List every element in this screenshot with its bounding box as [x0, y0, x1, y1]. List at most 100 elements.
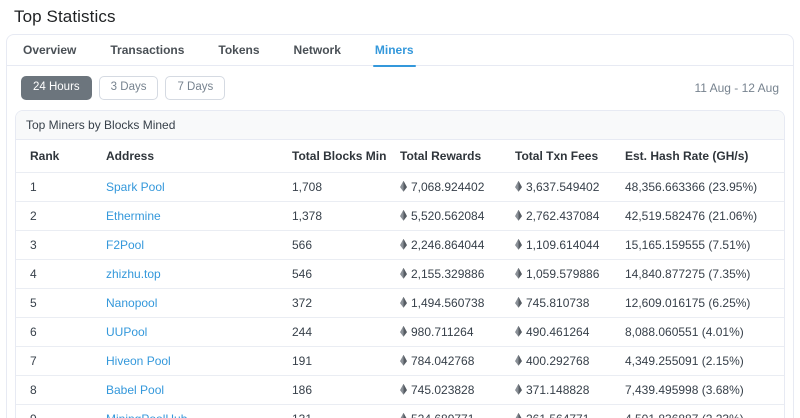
miner-address-link[interactable]: F2Pool [106, 238, 144, 252]
fees-cell: 2,762.437084 [501, 201, 611, 230]
rewards-cell: 980.711264 [386, 317, 501, 346]
ethereum-icon [400, 239, 407, 250]
top-miners-panel: Top Miners by Blocks Mined Rank Address … [15, 110, 785, 418]
tab-overview[interactable]: Overview [21, 35, 78, 66]
tab-bar: Overview Transactions Tokens Network Min… [7, 35, 793, 66]
fees-cell: 400.292768 [501, 346, 611, 375]
miner-address-link[interactable]: Ethermine [106, 209, 161, 223]
ethereum-icon [515, 355, 522, 366]
miner-address-link[interactable]: Spark Pool [106, 180, 165, 194]
col-header-rank: Rank [16, 140, 92, 173]
ethereum-icon [400, 326, 407, 337]
rank-cell: 8 [16, 375, 92, 404]
fees-cell: 261.564771 [501, 404, 611, 418]
table-row: 3 F2Pool 566 2,246.864044 1,109.614044 1… [16, 230, 784, 259]
fees-cell: 3,637.549402 [501, 172, 611, 201]
date-range: 11 Aug - 12 Aug [694, 81, 779, 95]
ethereum-icon [400, 297, 407, 308]
rank-cell: 6 [16, 317, 92, 346]
fees-cell: 1,109.614044 [501, 230, 611, 259]
tab-transactions[interactable]: Transactions [108, 35, 186, 66]
ethereum-icon [515, 297, 522, 308]
table-row: 2 Ethermine 1,378 5,520.562084 2,762.437… [16, 201, 784, 230]
filter-24-hours-button[interactable]: 24 Hours [21, 76, 92, 100]
hashrate-cell: 14,840.877275 (7.35%) [611, 259, 784, 288]
miner-address-link[interactable]: Babel Pool [106, 383, 164, 397]
statistics-card: Overview Transactions Tokens Network Min… [6, 34, 794, 418]
address-cell: Ethermine [92, 201, 278, 230]
fees-cell: 745.810738 [501, 288, 611, 317]
miner-address-link[interactable]: Nanopool [106, 296, 157, 310]
hashrate-cell: 15,165.159555 (7.51%) [611, 230, 784, 259]
rewards-cell: 784.042768 [386, 346, 501, 375]
rank-cell: 2 [16, 201, 92, 230]
rank-cell: 3 [16, 230, 92, 259]
ethereum-icon [400, 181, 407, 192]
blocks-cell: 1,378 [278, 201, 386, 230]
miner-address-link[interactable]: zhizhu.top [106, 267, 161, 281]
col-header-address: Address [92, 140, 278, 173]
blocks-cell: 191 [278, 346, 386, 375]
top-statistics-page: Top Statistics Overview Transactions Tok… [0, 0, 800, 418]
ethereum-icon [400, 413, 407, 418]
table-row: 4 zhizhu.top 546 2,155.329886 1,059.5798… [16, 259, 784, 288]
blocks-cell: 546 [278, 259, 386, 288]
col-header-hashrate: Est. Hash Rate (GH/s) [611, 140, 784, 173]
hashrate-cell: 4,349.255091 (2.15%) [611, 346, 784, 375]
ethereum-icon [400, 384, 407, 395]
blocks-cell: 244 [278, 317, 386, 346]
col-header-blocks: Total Blocks Mined [278, 140, 386, 173]
tab-network[interactable]: Network [292, 35, 343, 66]
blocks-cell: 131 [278, 404, 386, 418]
tab-miners[interactable]: Miners [373, 35, 416, 66]
address-cell: MiningPoolHub [92, 404, 278, 418]
rewards-cell: 7,068.924402 [386, 172, 501, 201]
miner-address-link[interactable]: Hiveon Pool [106, 354, 171, 368]
rewards-cell: 2,155.329886 [386, 259, 501, 288]
tab-tokens[interactable]: Tokens [216, 35, 261, 66]
rewards-cell: 1,494.560738 [386, 288, 501, 317]
hashrate-cell: 48,356.663366 (23.95%) [611, 172, 784, 201]
miner-address-link[interactable]: UUPool [106, 325, 147, 339]
address-cell: F2Pool [92, 230, 278, 259]
miner-address-link[interactable]: MiningPoolHub [106, 412, 187, 418]
blocks-cell: 186 [278, 375, 386, 404]
blocks-cell: 566 [278, 230, 386, 259]
hashrate-cell: 42,519.582476 (21.06%) [611, 201, 784, 230]
rank-cell: 7 [16, 346, 92, 375]
hashrate-cell: 7,439.495998 (3.68%) [611, 375, 784, 404]
ethereum-icon [515, 239, 522, 250]
col-header-fees: Total Txn Fees [501, 140, 611, 173]
panel-title: Top Miners by Blocks Mined [16, 111, 784, 140]
blocks-cell: 1,708 [278, 172, 386, 201]
fees-cell: 490.461264 [501, 317, 611, 346]
address-cell: Hiveon Pool [92, 346, 278, 375]
hashrate-cell: 12,609.016175 (6.25%) [611, 288, 784, 317]
ethereum-icon [515, 413, 522, 418]
filter-7-days-button[interactable]: 7 Days [165, 76, 225, 100]
ethereum-icon [515, 326, 522, 337]
address-cell: Spark Pool [92, 172, 278, 201]
table-row: 6 UUPool 244 980.711264 490.461264 8,088… [16, 317, 784, 346]
ethereum-icon [515, 384, 522, 395]
hashrate-cell: 8,088.060551 (4.01%) [611, 317, 784, 346]
rewards-cell: 745.023828 [386, 375, 501, 404]
address-cell: Babel Pool [92, 375, 278, 404]
page-title: Top Statistics [0, 0, 800, 34]
table-row: 1 Spark Pool 1,708 7,068.924402 3,637.54… [16, 172, 784, 201]
toolbar: 24 Hours 3 Days 7 Days 11 Aug - 12 Aug [15, 76, 785, 100]
address-cell: UUPool [92, 317, 278, 346]
time-filter-group: 24 Hours 3 Days 7 Days [21, 76, 225, 100]
ethereum-icon [515, 268, 522, 279]
ethereum-icon [400, 268, 407, 279]
table-header-row: Rank Address Total Blocks Mined Total Re… [16, 140, 784, 173]
filter-3-days-button[interactable]: 3 Days [99, 76, 159, 100]
ethereum-icon [400, 355, 407, 366]
rank-cell: 1 [16, 172, 92, 201]
blocks-cell: 372 [278, 288, 386, 317]
table-row: 9 MiningPoolHub 131 524.689771 261.56477… [16, 404, 784, 418]
rewards-cell: 524.689771 [386, 404, 501, 418]
rewards-cell: 5,520.562084 [386, 201, 501, 230]
ethereum-icon [515, 210, 522, 221]
address-cell: Nanopool [92, 288, 278, 317]
